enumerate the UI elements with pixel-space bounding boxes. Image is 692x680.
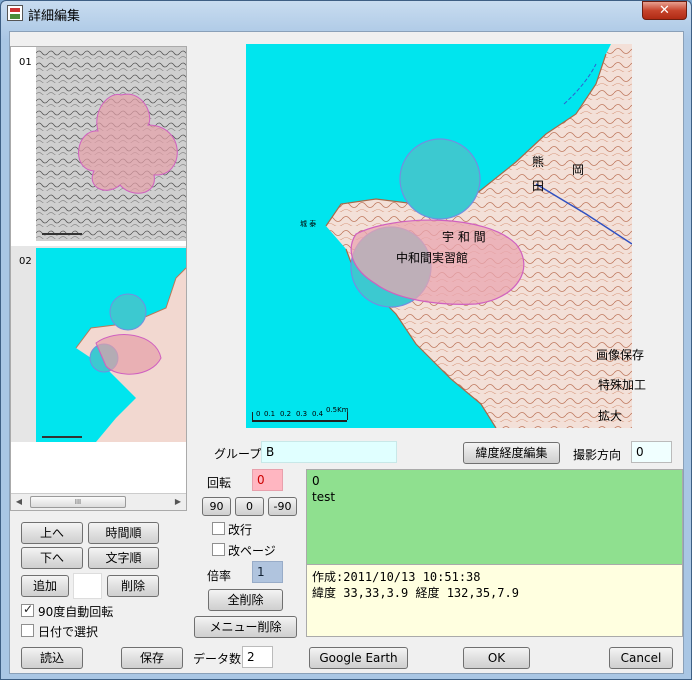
page-break-checkbox[interactable] [212, 543, 225, 556]
created-time: 作成:2011/10/13 10:51:38 [312, 570, 481, 584]
scale-label: 倍率 [207, 569, 232, 583]
sort-by-time-button[interactable]: 時間順 [88, 522, 159, 544]
move-up-button[interactable]: 上へ [21, 522, 83, 544]
shot-direction-field[interactable]: 0 [631, 441, 672, 463]
window-title: 詳細編集 [28, 9, 81, 24]
coord-edit-button[interactable]: 緯度経度編集 [463, 442, 560, 464]
map-label: 城 泰 [300, 219, 316, 228]
cancel-button[interactable]: Cancel [609, 647, 673, 669]
thumbnail-hscrollbar[interactable]: ◀ III ▶ [11, 493, 186, 510]
data-count-label: データ数 [193, 652, 242, 666]
map-preview[interactable]: 0 0.1 0.2 0.3 0.4 0.5Km 熊 田 岡 宇 和 間 中和間実… [246, 44, 632, 428]
rotation-label: 回転 [207, 476, 232, 490]
title-bar: 詳細編集 ✕ [1, 1, 691, 25]
map-label: 中和間実習館 [396, 250, 468, 265]
scroll-right-icon[interactable]: ▶ [173, 497, 183, 506]
save-image-button[interactable]: 画像保存 [596, 346, 644, 363]
thumbnail-list[interactable]: 01 02 ◀ III ▶ [10, 46, 187, 511]
thumbnail-number: 02 [19, 256, 32, 267]
close-icon: ✕ [659, 3, 670, 18]
group-label: グループ [214, 447, 262, 461]
map-label: 田 [532, 179, 544, 193]
thumbnail-topo-map [36, 47, 186, 241]
scale-field[interactable]: 1 [252, 561, 283, 583]
auto-rotate-label: 90度自動回転 [38, 605, 114, 619]
checkbox-unchecked[interactable] [21, 624, 34, 637]
sort-by-text-button[interactable]: 文字順 [88, 547, 159, 569]
checkbox-checked[interactable] [21, 602, 34, 617]
info-panel: 作成:2011/10/13 10:51:38 緯度 33,33,3.9 経度 1… [306, 565, 683, 637]
coordinates: 緯度 33,33,3.9 経度 132,35,7.9 [312, 586, 519, 600]
color-swatch[interactable] [73, 573, 102, 599]
memo-line: test [312, 490, 336, 504]
delete-menu-button[interactable]: メニュー削除 [194, 616, 297, 638]
thumbnail-item-selected[interactable]: 02 [11, 246, 186, 442]
scroll-thumb[interactable]: III [30, 496, 126, 508]
delete-button[interactable]: 削除 [107, 575, 159, 597]
app-icon [7, 5, 23, 21]
line-break-label: 改行 [228, 523, 253, 537]
rotation-field[interactable]: 0 [252, 469, 283, 491]
thumbnail-number: 01 [19, 57, 32, 68]
scale-tick: 0.4 [312, 410, 324, 418]
group-field[interactable]: B [261, 441, 397, 463]
add-button[interactable]: 追加 [21, 575, 69, 597]
scale-tick: 0.1 [264, 410, 275, 418]
scale-tick: 0.5Km [326, 406, 349, 414]
map-label: 岡 [572, 163, 584, 177]
rotate-90-button[interactable]: 90 [202, 497, 231, 516]
scale-tick: 0.2 [280, 410, 291, 418]
select-by-date-label: 日付で選択 [38, 625, 99, 639]
scale-tick: 0.3 [296, 410, 307, 418]
move-down-button[interactable]: 下へ [21, 547, 83, 569]
scale-tick: 0 [256, 410, 260, 418]
dialog-window: 詳細編集 ✕ 01 02 ◀ III ▶ 上へ 時間順 下へ 文字順 追加 削除… [0, 0, 692, 680]
delete-all-button[interactable]: 全削除 [208, 589, 283, 611]
thumbnail-item[interactable]: 01 [11, 47, 186, 243]
memo-textarea[interactable]: 0 test [306, 469, 683, 565]
rotate-0-button[interactable]: 0 [235, 497, 264, 516]
line-break-checkbox[interactable] [212, 522, 225, 535]
map-image: 0 0.1 0.2 0.3 0.4 0.5Km 熊 田 岡 宇 和 間 中和間実… [246, 44, 632, 428]
google-earth-button[interactable]: Google Earth [309, 647, 408, 669]
save-button[interactable]: 保存 [121, 647, 183, 669]
client-area: 01 02 ◀ III ▶ 上へ 時間順 下へ 文字順 追加 削除 ✓ 90度自… [9, 31, 684, 674]
memo-line: 0 [312, 474, 320, 488]
ok-button[interactable]: OK [463, 647, 530, 669]
shot-direction-label: 撮影方向 [573, 448, 622, 462]
special-process-button[interactable]: 特殊加工 [598, 376, 646, 393]
close-button[interactable]: ✕ [642, 1, 687, 20]
load-button[interactable]: 読込 [21, 647, 83, 669]
scroll-left-icon[interactable]: ◀ [14, 497, 24, 506]
map-label: 宇 和 間 [442, 230, 486, 244]
thumbnail-coast-map [36, 248, 186, 442]
map-label: 熊 [532, 154, 544, 169]
data-count-field: 2 [242, 646, 273, 668]
enlarge-button[interactable]: 拡大 [598, 407, 622, 424]
page-break-label: 改ページ [228, 544, 276, 558]
rotate-neg90-button[interactable]: -90 [268, 497, 297, 516]
